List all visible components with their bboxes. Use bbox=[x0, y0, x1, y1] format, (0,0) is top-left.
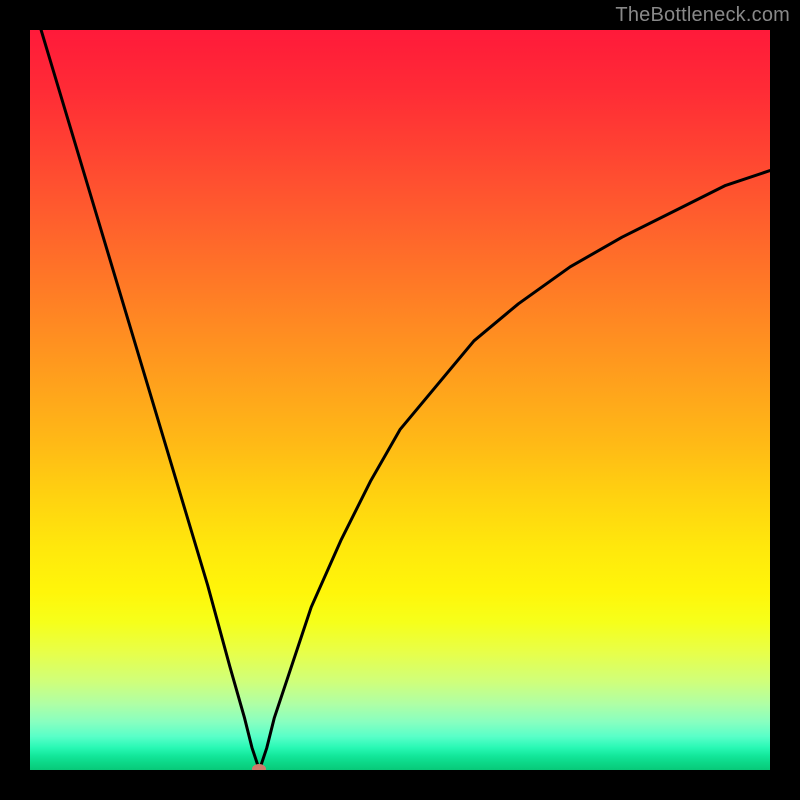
plot-area bbox=[30, 30, 770, 770]
chart-frame: TheBottleneck.com bbox=[0, 0, 800, 800]
bottleneck-curve bbox=[30, 30, 770, 770]
minimum-marker bbox=[252, 764, 266, 770]
curve-layer bbox=[30, 30, 770, 770]
watermark-text: TheBottleneck.com bbox=[615, 4, 790, 27]
